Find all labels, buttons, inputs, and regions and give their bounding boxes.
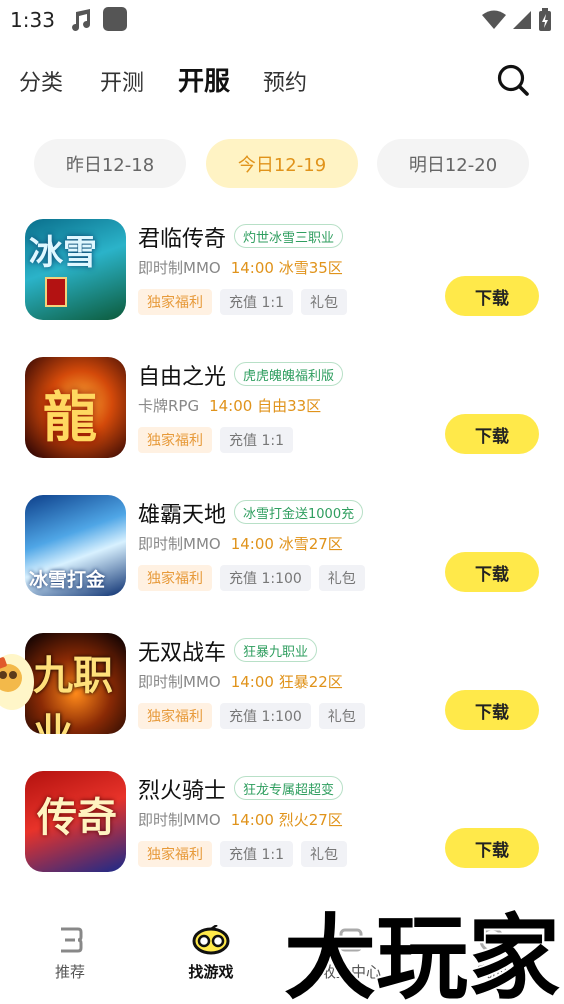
game-title[interactable]: 自由之光: [138, 359, 226, 391]
download-button[interactable]: 下载: [445, 828, 539, 868]
tag-list: 独家福利 充值 1:1 礼包: [138, 289, 347, 315]
game-list-item[interactable]: 冰雪打金 雄霸天地 冰雪打金送1000充 即时制MMO 14:00 冰雪27区 独…: [0, 495, 564, 633]
game-list-item[interactable]: 传奇 烈火骑士 狂龙专属超超变 即时制MMO 14:00 烈火27区 独家福利 充…: [0, 771, 564, 909]
date-tab-yesterday[interactable]: 昨日12-18: [34, 139, 186, 188]
game-meta: 即时制MMO 14:00 烈火27区: [138, 809, 343, 830]
tag-list: 独家福利 充值 1:100 礼包: [138, 565, 365, 591]
nine-class-icon[interactable]: 九职业: [25, 633, 126, 734]
game-meta: 即时制MMO 14:00 狂暴22区: [138, 671, 343, 692]
recommend-icon: [61, 927, 83, 953]
app-notification-icon: [103, 7, 127, 31]
date-tab-tomorrow[interactable]: 明日12-20: [377, 139, 529, 188]
game-title[interactable]: 烈火骑士: [138, 773, 226, 805]
server-time: 14:00 冰雪27区: [230, 535, 343, 553]
exclusive-benefit-tag: 独家福利: [138, 427, 212, 453]
game-title[interactable]: 无双战车: [138, 635, 226, 667]
tag-list: 独家福利 充值 1:100 礼包: [138, 703, 365, 729]
recharge-tag: 充值 1:1: [220, 427, 293, 453]
game-feature-badge: 冰雪打金送1000充: [234, 500, 364, 524]
bottom-tab-find-games[interactable]: 找游戏: [166, 925, 256, 982]
dragon-icon[interactable]: 龍: [25, 357, 126, 458]
bottom-tab-label: 推荐: [54, 963, 85, 981]
bottom-tab-label: 找游戏: [188, 963, 234, 981]
top-nav: 分类 开测 开服 预约: [0, 55, 564, 110]
gamepad-icon: [192, 925, 230, 955]
bottom-tab-recommend[interactable]: 推荐: [25, 925, 115, 982]
gift-pack-tag: 礼包: [318, 565, 365, 591]
game-feature-badge: 灼世冰雪三职业: [234, 224, 344, 248]
status-time: 1:33: [10, 8, 55, 32]
recharge-tag: 充值 1:100: [220, 565, 311, 591]
gift-pack-tag: 礼包: [300, 289, 347, 315]
game-meta: 即时制MMO 14:00 冰雪27区: [138, 533, 343, 554]
status-indicators: [482, 8, 552, 32]
game-genre: 即时制MMO: [138, 535, 221, 553]
game-list-item[interactable]: 九职业 无双战车 狂暴九职业 即时制MMO 14:00 狂暴22区 独家福利 充值…: [0, 633, 564, 771]
ice-dragon-icon[interactable]: 冰雪打金: [25, 495, 126, 596]
exclusive-benefit-tag: 独家福利: [138, 565, 212, 591]
game-title[interactable]: 雄霸天地: [138, 497, 226, 529]
tab-category[interactable]: 分类: [19, 65, 63, 97]
tag-list: 独家福利 充值 1:1 礼包: [138, 841, 347, 867]
legend-icon[interactable]: 传奇: [25, 771, 126, 872]
server-time: 14:00 冰雪35区: [230, 259, 343, 277]
tab-testing[interactable]: 开测: [100, 65, 144, 97]
recharge-tag: 充值 1:100: [220, 703, 311, 729]
ice-snow-icon[interactable]: 冰雪: [25, 219, 126, 320]
signal-icon: [513, 11, 531, 29]
watermark-logo: 大玩家: [284, 903, 562, 1004]
game-list-item[interactable]: 冰雪 君临传奇 灼世冰雪三职业 即时制MMO 14:00 冰雪35区 独家福利 充…: [0, 219, 564, 357]
download-button[interactable]: 下载: [445, 552, 539, 592]
floating-mascot-icon[interactable]: [0, 648, 36, 712]
gift-pack-tag: 礼包: [318, 703, 365, 729]
game-genre: 卡牌RPG: [138, 397, 200, 415]
recharge-tag: 充值 1:1: [220, 289, 293, 315]
download-button[interactable]: 下载: [445, 690, 539, 730]
status-bar: 1:33: [0, 0, 564, 40]
download-button[interactable]: 下载: [445, 276, 539, 316]
exclusive-benefit-tag: 独家福利: [138, 289, 212, 315]
game-feature-badge: 狂龙专属超超变: [234, 776, 344, 800]
tab-reservation[interactable]: 预约: [263, 65, 307, 97]
tag-list: 独家福利 充值 1:1: [138, 427, 293, 453]
server-time: 14:00 狂暴22区: [230, 673, 343, 691]
server-time: 14:00 烈火27区: [230, 811, 343, 829]
date-tab-today[interactable]: 今日12-19: [206, 139, 358, 188]
svg-text:大玩家: 大玩家: [284, 905, 560, 1004]
server-time: 14:00 自由33区: [209, 397, 322, 415]
game-genre: 即时制MMO: [138, 811, 221, 829]
search-icon[interactable]: [496, 63, 532, 99]
game-genre: 即时制MMO: [138, 673, 221, 691]
game-genre: 即时制MMO: [138, 259, 221, 277]
game-list-item[interactable]: 龍 自由之光 虎虎魄魄福利版 卡牌RPG 14:00 自由33区 独家福利 充值 …: [0, 357, 564, 495]
music-note-icon: [72, 9, 91, 31]
exclusive-benefit-tag: 独家福利: [138, 703, 212, 729]
game-meta: 卡牌RPG 14:00 自由33区: [138, 395, 321, 416]
game-feature-badge: 虎虎魄魄福利版: [234, 362, 344, 386]
battery-icon: [539, 8, 551, 31]
gift-pack-tag: 礼包: [300, 841, 347, 867]
game-feature-badge: 狂暴九职业: [234, 638, 318, 662]
tab-server-open[interactable]: 开服: [178, 61, 230, 98]
game-meta: 即时制MMO 14:00 冰雪35区: [138, 257, 343, 278]
download-button[interactable]: 下载: [445, 414, 539, 454]
exclusive-benefit-tag: 独家福利: [138, 841, 212, 867]
game-title[interactable]: 君临传奇: [138, 221, 226, 253]
recharge-tag: 充值 1:1: [220, 841, 293, 867]
wifi-icon: [482, 10, 506, 29]
